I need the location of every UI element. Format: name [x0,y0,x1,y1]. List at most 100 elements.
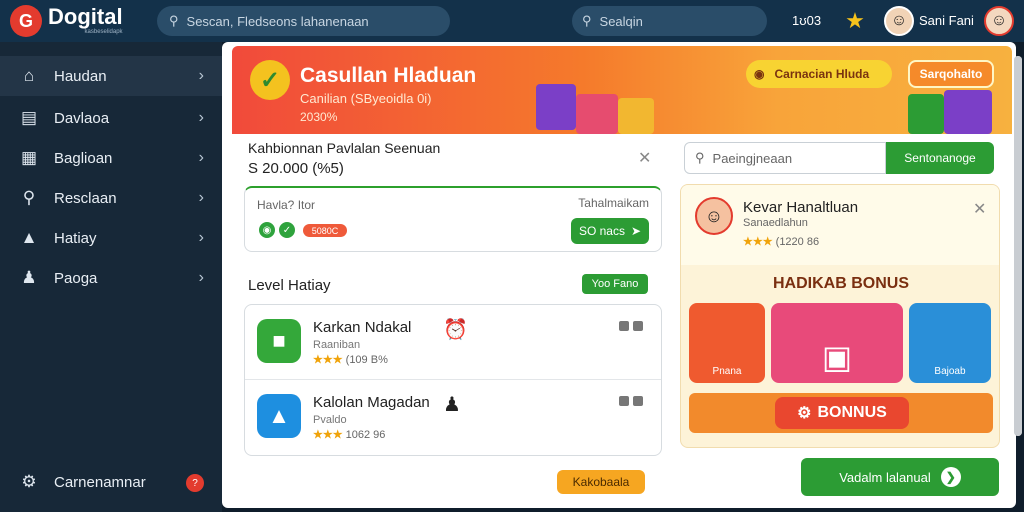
close-icon[interactable]: ✕ [973,199,986,219]
list-item-title: Kalolan Magadan [313,394,430,411]
list-item[interactable]: ▲ Kalolan Magadan Pvaldo ★★★ 1062 96 ♟ [245,379,661,453]
promo-tile[interactable]: Bajoab [909,303,991,383]
cta-label: Vadalm lalanual [839,469,931,485]
rating: ★★★ 1062 96 [313,428,385,441]
star-icon[interactable]: ★ [842,8,868,34]
promo-tile[interactable]: ▣ [771,303,903,383]
brand-logo[interactable]: G Dogital kasbeselidapk [10,5,123,37]
check-icon: ✓ [250,60,290,100]
level-button[interactable]: Yoo Fano [582,274,648,294]
avatar: ☺ [695,197,733,235]
sidebar: ⌂ Haudan › ▤ Davlaoa › ▦ Baglioan › ⚲ Re… [0,42,222,512]
arrow-right-icon: ❯ [940,467,961,487]
chevron-right-icon: › [198,149,204,166]
gift-icon [908,94,944,134]
brand-name: Dogital [48,4,123,29]
brand-sub: kasbeselidapk [84,29,123,35]
chevron-right-icon: › [198,109,204,126]
sidebar-item-paoga[interactable]: ♟ Paoga › [0,258,222,298]
panel-right-label: Tahalmaikam [578,196,649,210]
promo-banner: ✓ Casullan Hladuan Canilian (SByeoidla 0… [232,46,1012,134]
search-placeholder-2: Sealqin [599,13,643,29]
promo-sub: Sanaedlahun [743,217,808,229]
app-icon: ■ [257,319,301,363]
panel-action-button[interactable]: SO nacs ➤ [571,218,649,244]
sidebar-item-label: Baglioan [54,149,113,167]
promo-heading: HADIKAB BONUS [773,275,909,292]
user-name[interactable]: Sani Fani [919,13,974,28]
sidebar-item-haudan[interactable]: ⌂ Haudan › [0,56,222,96]
list-item[interactable]: ■ Karkan Ndakal Raaniban ★★★ (109 B% ⏰ [245,305,661,379]
balance-title: Kahbionnan Pavlalan Seenuan [248,140,441,156]
banner-title: Casullan Hladuan [300,64,477,87]
badge-icon: ✓ [277,220,297,240]
rating-stars: ★★★ [313,429,343,441]
coin-icon: ⏰ [443,319,468,341]
sidebar-item-label: Resclaan [54,189,117,207]
sidebar-item-label: Davlaoa [54,109,110,127]
toggle-icon[interactable] [619,321,643,331]
chevron-right-icon: › [198,269,204,286]
search-icon: ⚲ [695,150,705,165]
sidebar-item-baglioan[interactable]: ▦ Baglioan › [0,138,222,178]
rating-stars: ★★★ [313,354,343,366]
avatar[interactable]: ☺ [884,6,914,36]
global-search-input[interactable]: ⚲ Sescan, Fledseons lahanenaan [157,6,450,36]
chevron-right-icon: › [198,229,204,246]
chevron-right-icon: › [198,189,204,206]
profile-avatar[interactable]: ☺ [984,6,1014,36]
balance-amount: S 20.000 (%5) [248,160,344,177]
gift-icon [944,90,992,134]
list-item-title: Karkan Ndakal [313,319,412,336]
bonus-button[interactable]: ⚙ BONNUS [775,397,909,429]
sidebar-footer-label: Carnenamnar [54,473,146,491]
bonus-label: BONNUS [817,404,887,421]
top-bar: G Dogital kasbeselidapk ⚲ Sescan, Fledse… [0,0,1024,42]
banner-button[interactable]: Sarqohalto [908,60,994,88]
gift-icon: ▣ [821,339,853,375]
bottom-action-button[interactable]: Kakobaala [557,470,645,494]
coin-icon: ◉ [754,67,765,81]
gift-icon [536,84,576,130]
sidebar-item-label: Haudan [54,67,107,85]
scrollbar-thumb[interactable] [1014,56,1022,436]
cta-button[interactable]: Vadalm lalanual ❯ [801,458,999,496]
rating: ★★★ (109 B% [313,353,388,366]
balance-card: Kahbionnan Pavlalan Seenuan S 20.000 (%5… [244,138,662,180]
notification-badge: ? [186,474,204,492]
sidebar-item-hatiay[interactable]: ▲ Hatiay › [0,218,222,258]
rating-value: (109 B% [345,354,388,366]
secondary-search-input[interactable]: ⚲ Sealqin [572,6,767,36]
status-chip: 5080C [303,224,347,237]
level-list: ■ Karkan Ndakal Raaniban ★★★ (109 B% ⏰ ▲… [244,304,662,456]
list-item-sub: Pvaldo [313,414,347,426]
promo-name: Kevar Hanaltluan [743,199,859,216]
cap-icon: ▲ [20,228,38,247]
promo-tile[interactable]: Pnana [689,303,765,383]
sidebar-item-davlaoa[interactable]: ▤ Davlaoa › [0,98,222,138]
banner-pill-label: Carnacian Hluda [774,67,870,81]
people-icon: ♟ [443,394,461,416]
gift-icon [576,94,618,134]
bonus-bar: ⚙ BONNUS [689,393,993,433]
tile-label: Pnana [712,366,742,377]
book-icon: ▤ [20,108,38,127]
right-search-input[interactable]: ⚲ Paeingjneaan [684,142,886,174]
rating-value: 1062 96 [345,429,386,441]
close-icon[interactable]: ✕ [638,148,651,168]
toggle-icon[interactable] [619,396,643,406]
banner-small: 2030% [300,110,338,124]
home-icon: ⌂ [23,66,35,85]
banner-subtitle: Canilian (SByeoidla 0i) [300,91,432,106]
sidebar-settings[interactable]: ⚙ Carnenamnar ? [0,462,222,502]
gallery-icon: ▦ [20,148,38,167]
logo-icon: G [10,5,42,37]
top-count: 1ʊ03 [792,13,822,28]
app-icon: ▲ [257,394,301,438]
right-search-button[interactable]: Sentonanoge [886,142,994,174]
sidebar-item-resclaan[interactable]: ⚲ Resclaan › [0,178,222,218]
promo-rating: ★★★ (1220 86 [743,235,819,248]
scrollbar[interactable] [1014,56,1022,436]
sidebar-item-label: Hatiay [54,229,97,247]
banner-pill[interactable]: ◉ Carnacian Hluda [746,60,892,88]
